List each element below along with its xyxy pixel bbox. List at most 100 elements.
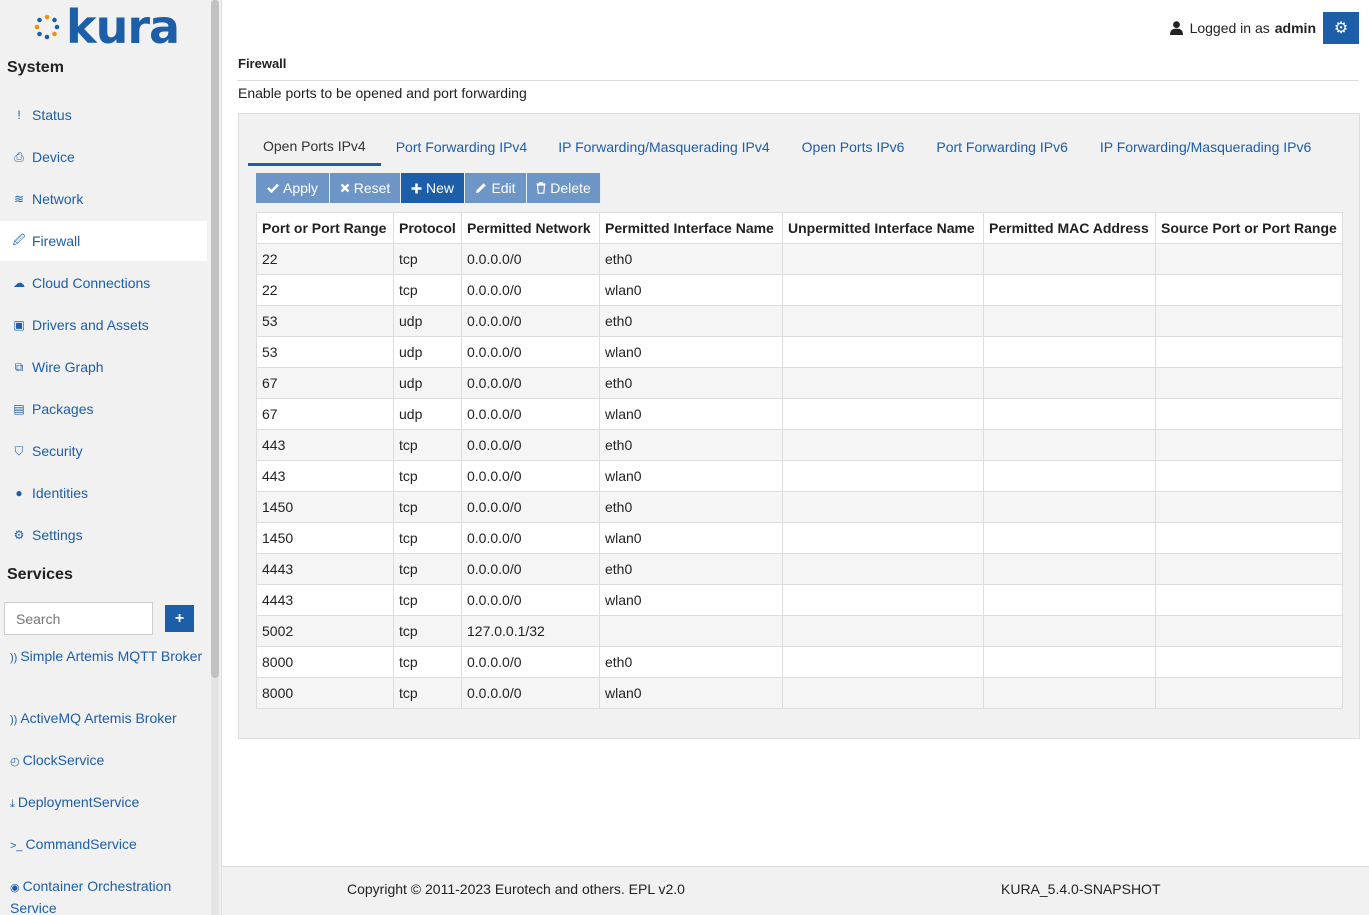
column-header[interactable]: Protocol (393, 212, 462, 244)
column-header[interactable]: Permitted MAC Address (983, 212, 1156, 244)
sidebar-item-device[interactable]: ⎙ Device (0, 137, 207, 177)
add-service-button[interactable]: + (165, 605, 194, 632)
tab-open-ports-ipv6[interactable]: Open Ports IPv6 (786, 128, 921, 166)
delete-button[interactable]: Delete (527, 173, 601, 203)
username: admin (1274, 20, 1316, 36)
column-header[interactable]: Port or Port Range (256, 212, 394, 244)
sidebar-item-wire-graph[interactable]: ⧉ Wire Graph (0, 347, 207, 387)
service-search-box (4, 602, 153, 635)
table-cell (1155, 367, 1343, 399)
table-cell: udp (393, 336, 462, 368)
table-row[interactable]: 53 udp 0.0.0.0/0 wlan0 (256, 336, 1343, 368)
column-header[interactable]: Permitted Network (461, 212, 600, 244)
tab-ip-forwarding-masquerading-ipv4[interactable]: IP Forwarding/Masquerading IPv4 (542, 128, 785, 166)
column-header[interactable]: Unpermitted Interface Name (782, 212, 984, 244)
service-item[interactable]: )) ActiveMQ Artemis Broker (10, 708, 205, 730)
service-item[interactable]: >_ CommandService (10, 834, 205, 856)
service-item-label: DeploymentService (17, 794, 140, 810)
reset-button[interactable]: Reset (330, 173, 401, 203)
table-cell: 1450 (256, 491, 394, 523)
briefcase-icon: ▤ (13, 402, 25, 416)
table-row[interactable]: 1450 tcp 0.0.0.0/0 wlan0 (256, 522, 1343, 554)
service-item[interactable]: ⤓ DeploymentService (10, 792, 205, 814)
sidebar-item-status[interactable]: ! Status (0, 95, 207, 135)
table-cell: 53 (256, 336, 394, 368)
table-cell (1155, 243, 1343, 275)
user-info: Logged in as admin (1169, 18, 1316, 38)
table-cell: 0.0.0.0/0 (461, 367, 600, 399)
sidebar-item-firewall[interactable]: 🖉 Firewall (0, 221, 207, 261)
column-header[interactable]: Source Port or Port Range (1155, 212, 1343, 244)
table-row[interactable]: 1450 tcp 0.0.0.0/0 eth0 (256, 491, 1343, 523)
copyright-text: Copyright © 2011-2023 Eurotech and other… (347, 881, 685, 897)
service-item[interactable]: ◉ Container Orchestration Service (10, 876, 205, 915)
sidebar-item-label: Device (32, 149, 75, 165)
table-row[interactable]: 443 tcp 0.0.0.0/0 wlan0 (256, 460, 1343, 492)
service-search-input[interactable] (5, 603, 152, 634)
sidebar: kura System ! Status ⎙ Device ≋ Network 🖉 Firew… (0, 0, 222, 915)
table-cell: eth0 (599, 367, 783, 399)
table-row[interactable]: 4443 tcp 0.0.0.0/0 eth0 (256, 553, 1343, 585)
table-cell (1155, 553, 1343, 585)
tab-port-forwarding-ipv4[interactable]: Port Forwarding IPv4 (381, 128, 543, 166)
table-row[interactable]: 53 udp 0.0.0.0/0 eth0 (256, 305, 1343, 337)
table-row[interactable]: 8000 tcp 0.0.0.0/0 eth0 (256, 646, 1343, 678)
kura-logo-text: kura (66, 0, 180, 54)
table-row[interactable]: 22 tcp 0.0.0.0/0 eth0 (256, 243, 1343, 275)
table-cell: 443 (256, 460, 394, 492)
table-cell: tcp (393, 522, 462, 554)
table-cell: tcp (393, 274, 462, 306)
table-row[interactable]: 5002 tcp 127.0.0.1/32 (256, 615, 1343, 647)
table-cell (983, 615, 1156, 647)
tab-port-forwarding-ipv6[interactable]: Port Forwarding IPv6 (920, 128, 1084, 166)
column-header[interactable]: Permitted Interface Name (599, 212, 783, 244)
table-cell: 0.0.0.0/0 (461, 243, 600, 275)
sidebar-scrollbar[interactable] (211, 0, 219, 915)
table-cell (782, 274, 984, 306)
table-row[interactable]: 8000 tcp 0.0.0.0/0 wlan0 (256, 677, 1343, 709)
apply-button[interactable]: Apply (256, 173, 330, 203)
sidebar-item-packages[interactable]: ▤ Packages (0, 389, 207, 429)
table-cell: 0.0.0.0/0 (461, 336, 600, 368)
tab-ip-forwarding-masquerading-ipv6[interactable]: IP Forwarding/Masquerading IPv6 (1084, 128, 1327, 166)
table-cell (782, 429, 984, 461)
title-divider (237, 80, 1359, 81)
sidebar-item-identities[interactable]: ● Identities (0, 473, 207, 513)
table-row[interactable]: 67 udp 0.0.0.0/0 eth0 (256, 367, 1343, 399)
new-button[interactable]: New (401, 173, 465, 203)
service-item[interactable]: ◴ ClockService (10, 750, 205, 772)
sidebar-item-label: Security (32, 443, 83, 459)
table-cell (983, 429, 1156, 461)
table-cell: tcp (393, 553, 462, 585)
table-header-row: Port or Port Range Protocol Permitted Netw… (256, 212, 1343, 244)
sidebar-item-drivers-and-assets[interactable]: ▣ Drivers and Assets (0, 305, 207, 345)
sidebar-item-cloud-connections[interactable]: ☁ Cloud Connections (0, 263, 207, 303)
settings-button[interactable]: ⚙ (1323, 12, 1359, 44)
service-item-label: Container Orchestration Service (10, 878, 172, 915)
table-row[interactable]: 4443 tcp 0.0.0.0/0 wlan0 (256, 584, 1343, 616)
edit-button[interactable]: Edit (465, 173, 527, 203)
table-cell (782, 336, 984, 368)
table-cell: 8000 (256, 677, 394, 709)
table-cell: 443 (256, 429, 394, 461)
table-cell (782, 584, 984, 616)
service-item-label: Simple Artemis MQTT Broker (20, 648, 203, 664)
service-item[interactable]: )) Simple Artemis MQTT Broker (10, 646, 205, 668)
table-row[interactable]: 67 udp 0.0.0.0/0 wlan0 (256, 398, 1343, 430)
tab-open-ports-ipv4[interactable]: Open Ports IPv4 (248, 128, 381, 166)
table-cell: 4443 (256, 584, 394, 616)
table-row[interactable]: 443 tcp 0.0.0.0/0 eth0 (256, 429, 1343, 461)
cog-icon: ⚙ (13, 528, 25, 542)
table-cell: 0.0.0.0/0 (461, 553, 600, 585)
table-cell: tcp (393, 677, 462, 709)
sidebar-scrollbar-thumb[interactable] (211, 0, 219, 678)
sidebar-item-network[interactable]: ≋ Network (0, 179, 207, 219)
table-row[interactable]: 22 tcp 0.0.0.0/0 wlan0 (256, 274, 1343, 306)
cube-icon: ▣ (13, 318, 25, 332)
sidebar-item-security[interactable]: ⛉ Security (0, 431, 207, 471)
fire-icon: 🖉 (12, 232, 26, 247)
sidebar-item-label: Settings (32, 527, 83, 543)
table-cell: eth0 (599, 491, 783, 523)
table-cell (782, 677, 984, 709)
sidebar-item-settings[interactable]: ⚙ Settings (0, 515, 207, 555)
